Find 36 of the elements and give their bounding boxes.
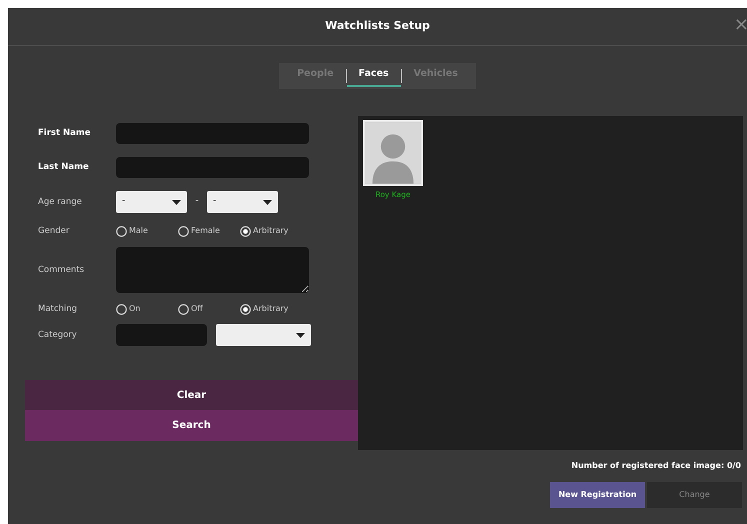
field-label: Gender (38, 224, 70, 238)
registered-count: Number of registered face image: 0/0 (570, 460, 742, 472)
dropdown[interactable]: - (207, 191, 278, 213)
field-label: Age range (38, 196, 83, 208)
caret-icon (263, 200, 272, 204)
action-button[interactable]: New Registration (550, 482, 645, 508)
window-title: Watchlists Setup (325, 18, 430, 34)
radio-button[interactable] (240, 226, 251, 236)
field-label: First Name (38, 126, 92, 140)
text-field[interactable] (116, 156, 309, 178)
dropdown[interactable]: - (116, 191, 187, 213)
field-label: Matching (38, 302, 78, 316)
radio-label: Off (191, 303, 203, 315)
field-label: Comments (38, 264, 86, 276)
field-label: Category (38, 328, 78, 342)
radio-button[interactable] (240, 304, 251, 314)
clear-button[interactable]: Clear (25, 380, 358, 410)
radio-button[interactable] (178, 226, 189, 236)
radio-label: Arbitrary (253, 303, 288, 315)
caret-icon (172, 200, 181, 204)
radio-label: Female (191, 225, 220, 237)
text-field[interactable] (116, 122, 309, 144)
dropdown-value: - (213, 195, 216, 208)
category-field[interactable] (116, 324, 207, 346)
dropdown-value: - (122, 195, 126, 208)
radio-label: Arbitrary (253, 225, 288, 237)
radio-label: Male (129, 225, 148, 237)
caret-icon (296, 332, 305, 338)
comments-field[interactable] (116, 247, 309, 293)
field-label: Last Name (38, 160, 90, 174)
radio-button[interactable] (116, 304, 127, 314)
radio-button[interactable] (178, 304, 189, 314)
range-separator: - (194, 195, 200, 208)
radio-button[interactable] (116, 226, 127, 236)
search-button[interactable]: Search (25, 410, 358, 441)
radio-label: On (129, 303, 140, 315)
